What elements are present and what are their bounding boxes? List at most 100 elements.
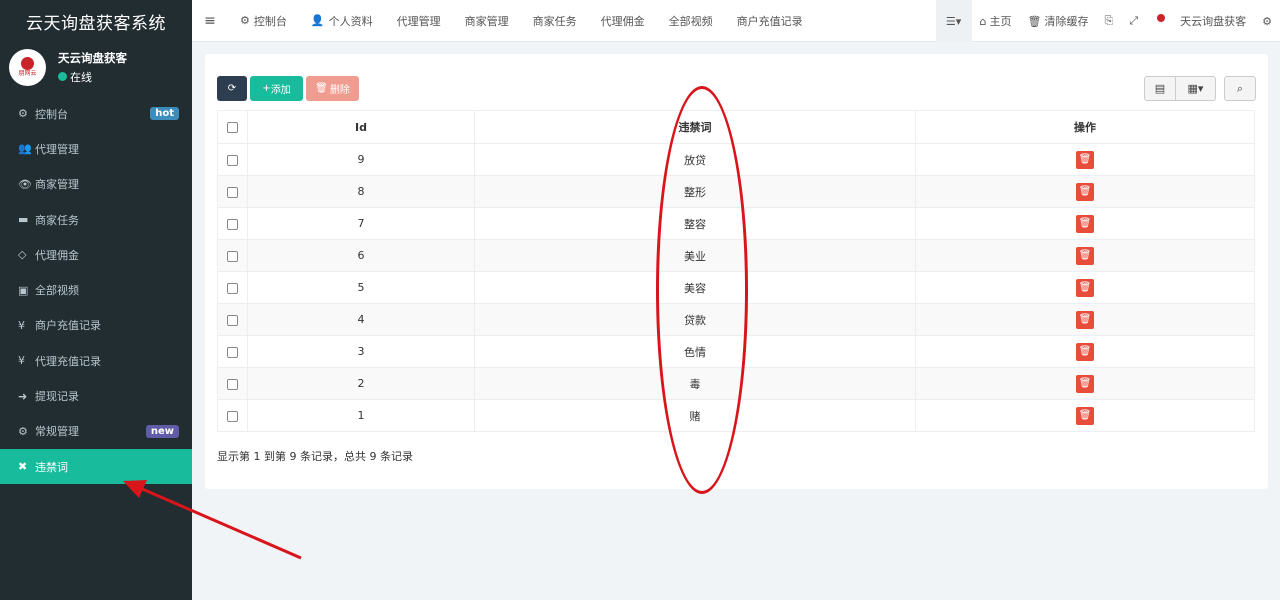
row-delete-button[interactable]: 🗑: [1076, 406, 1094, 425]
row-action-cell: 🗑: [915, 207, 1255, 240]
row-checkbox[interactable]: [227, 410, 238, 422]
top-navbar: ≡ ⚙ 控制台 👤 个人资料 代理管理 商家管理 商家任务 代理佣金 全部视频 商户充值记录 ☰▾…: [192, 0, 1280, 42]
row-delete-button[interactable]: 🗑: [1076, 310, 1094, 329]
add-button[interactable]: + 添加: [250, 76, 303, 101]
nav-tab-label: 控制台: [253, 14, 287, 28]
sidebar-item-label: 全部视频: [35, 284, 79, 298]
row-id: 8: [247, 175, 475, 208]
user-panel: 朋网云 天云询盘获客 在线: [0, 42, 192, 92]
sidebar-item-3[interactable]: ▬ 商家任务: [0, 202, 192, 237]
row-checkbox[interactable]: [227, 346, 238, 358]
row-delete-button[interactable]: 🗑: [1076, 374, 1094, 393]
row-delete-button[interactable]: 🗑: [1076, 246, 1094, 265]
row-checkbox[interactable]: [227, 378, 238, 390]
sidebar-item-label: 提现记录: [35, 390, 79, 404]
user-status-label: 在线: [70, 70, 92, 84]
sidebar-item-label: 商家管理: [35, 178, 79, 192]
nav-tab-7[interactable]: 商户充值记录: [725, 0, 815, 42]
row-delete-button[interactable]: 🗑: [1076, 182, 1094, 201]
nav-tab-0[interactable]: ⚙ 控制台: [228, 0, 299, 42]
delete-button[interactable]: 🗑 删除: [306, 76, 359, 101]
sidebar-item-icon: ⚙: [18, 424, 28, 438]
trash-icon: 🗑: [1078, 410, 1092, 421]
nav-tab-label: 全部视频: [668, 14, 713, 28]
row-id: 9: [247, 143, 475, 176]
select-all-checkbox[interactable]: [227, 122, 238, 133]
sidebar-item-4[interactable]: ◇ 代理佣金: [0, 237, 192, 272]
row-delete-button[interactable]: 🗑: [1076, 342, 1094, 361]
home-icon: ⌂: [979, 14, 987, 28]
nav-tab-label: 代理佣金: [600, 14, 645, 28]
sidebar-item-1[interactable]: 👥 代理管理: [0, 131, 192, 166]
row-id: 7: [247, 207, 475, 240]
account-menu[interactable]: 天云询盘获客: [1146, 0, 1254, 42]
row-checkbox[interactable]: [227, 250, 238, 262]
table-view-controls: ▤ ▦▾ ⌕: [1144, 76, 1256, 101]
nav-tab-5[interactable]: 代理佣金: [589, 0, 657, 42]
sidebar-item-2[interactable]: 👁 商家管理: [0, 167, 192, 202]
nav-tab-6[interactable]: 全部视频: [657, 0, 725, 42]
sidebar-item-icon: ¥: [18, 354, 25, 368]
row-delete-button[interactable]: 🗑: [1076, 278, 1094, 297]
clear-cache-button[interactable]: 🗑 清除缓存: [1020, 0, 1097, 42]
row-action-cell: 🗑: [915, 143, 1255, 176]
nav-tab-label: 个人资料: [328, 14, 373, 28]
sidebar-item-icon: 👁: [18, 177, 32, 191]
nav-tab-3[interactable]: 商家管理: [453, 0, 521, 42]
trash-icon: 🗑: [1078, 154, 1092, 165]
trash-icon: 🗑: [1078, 378, 1092, 389]
sidebar-item-8[interactable]: ➜ 提现记录: [0, 378, 192, 413]
columns-dropdown-icon[interactable]: ▦▾: [1176, 76, 1216, 101]
nav-tab-1[interactable]: 👤 个人资料: [299, 0, 385, 42]
language-icon[interactable]: ⎘: [1097, 0, 1122, 42]
settings-gear-icon[interactable]: ⚙: [1254, 0, 1280, 42]
row-checkbox[interactable]: [227, 218, 238, 230]
sidebar-item-label: 代理佣金: [35, 248, 79, 262]
logo-mark: [21, 57, 34, 70]
sidebar-item-6[interactable]: ¥ 商户充值记录: [0, 308, 192, 343]
menu-toggle-icon[interactable]: ≡: [192, 13, 228, 29]
account-name: 天云询盘获客: [1180, 15, 1247, 28]
table-header-row: Id 违禁词 操作: [217, 110, 1255, 144]
app-title: 云天询盘获客系统: [0, 0, 192, 42]
logo-text: 朋网云: [18, 70, 37, 77]
toggle-view-icon[interactable]: ▤: [1144, 76, 1176, 101]
row-select-cell: [217, 175, 248, 208]
sidebar-item-label: 违禁词: [35, 460, 68, 474]
nav-tab-4[interactable]: 商家任务: [521, 0, 589, 42]
sidebar-item-icon: ⚙: [18, 107, 28, 121]
sidebar-item-10[interactable]: ✖ 违禁词: [0, 448, 192, 485]
row-checkbox[interactable]: [227, 314, 238, 326]
sidebar-item-label: 控制台: [35, 107, 68, 121]
row-checkbox[interactable]: [227, 154, 238, 166]
nav-tab-icon: 👤: [310, 14, 325, 27]
row-id: 1: [247, 399, 475, 432]
row-checkbox[interactable]: [227, 282, 238, 294]
row-checkbox[interactable]: [227, 186, 238, 198]
refresh-icon: ⟳: [227, 83, 237, 94]
refresh-button[interactable]: ⟳: [217, 76, 247, 101]
row-delete-button[interactable]: 🗑: [1076, 214, 1094, 233]
sidebar-item-icon: ▬: [18, 213, 29, 227]
trash-icon: 🗑: [1027, 14, 1042, 28]
row-delete-button[interactable]: 🗑: [1076, 150, 1094, 169]
nav-tab-label: 代理管理: [396, 14, 441, 28]
header-id[interactable]: Id: [247, 110, 475, 144]
sidebar-item-9[interactable]: ⚙ 常规管理 new: [0, 414, 192, 449]
nav-tab-icon: ⚙: [240, 14, 250, 27]
sidebar-item-0[interactable]: ⚙ 控制台 hot: [0, 96, 192, 131]
sidebar-item-label: 商家任务: [35, 213, 79, 227]
row-select-cell: [217, 271, 248, 304]
trash-icon: 🗑: [1078, 186, 1092, 197]
row-select-cell: [217, 239, 248, 272]
nav-tab-2[interactable]: 代理管理: [385, 0, 453, 42]
sidebar-item-label: 常规管理: [35, 425, 79, 439]
more-menu-icon[interactable]: ☰▾: [935, 0, 972, 42]
fullscreen-icon[interactable]: ⤢: [1121, 0, 1146, 42]
search-icon[interactable]: ⌕: [1224, 76, 1256, 101]
row-id: 5: [247, 271, 475, 304]
sidebar-item-5[interactable]: ▣ 全部视频: [0, 272, 192, 307]
home-link[interactable]: ⌂ 主页: [972, 0, 1020, 42]
sidebar-item-icon: ◇: [18, 248, 27, 262]
sidebar-item-7[interactable]: ¥ 代理充值记录: [0, 343, 192, 378]
